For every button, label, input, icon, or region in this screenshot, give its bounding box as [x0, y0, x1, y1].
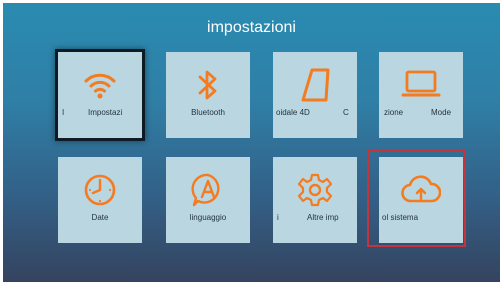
tile-label: zione [384, 108, 404, 117]
tile-label: linguaggio [189, 213, 227, 222]
gear-icon [273, 171, 357, 209]
language-a-icon [166, 171, 250, 209]
tile-label-fragment: i [277, 213, 279, 222]
tile-network-settings[interactable]: I Impostazi [55, 49, 145, 141]
tile-display-mode[interactable]: zione Mode [379, 52, 463, 138]
tile-label: Bluetooth [191, 108, 225, 117]
keystone-trapezoid-icon [273, 66, 357, 104]
tile-bluetooth[interactable]: Bluetooth [166, 52, 250, 138]
tile-label-fragment: Mode [431, 108, 452, 117]
clock-icon [58, 171, 142, 209]
wifi-icon [58, 66, 142, 104]
bluetooth-icon [166, 66, 250, 104]
tile-label-fragment: C [343, 108, 349, 117]
tile-other-settings[interactable]: i Altre imp [273, 157, 357, 243]
tile-label: oidale 4D [276, 108, 310, 117]
tile-label: Date [91, 213, 109, 222]
monitor-icon [379, 66, 463, 104]
tile-language[interactable]: linguaggio [166, 157, 250, 243]
tile-label: Impostazi [88, 108, 123, 117]
tile-date[interactable]: Date [58, 157, 142, 243]
tile-label-fragment: I [62, 108, 65, 117]
selection-highlight-box [367, 150, 466, 247]
tile-label: Altre imp [307, 213, 339, 222]
page-title: impostazioni [207, 19, 296, 36]
tile-keystone-4d[interactable]: oidale 4D C [273, 52, 357, 138]
settings-screen: impostazioni I Impostazi Bluetooth oidal… [3, 3, 500, 282]
